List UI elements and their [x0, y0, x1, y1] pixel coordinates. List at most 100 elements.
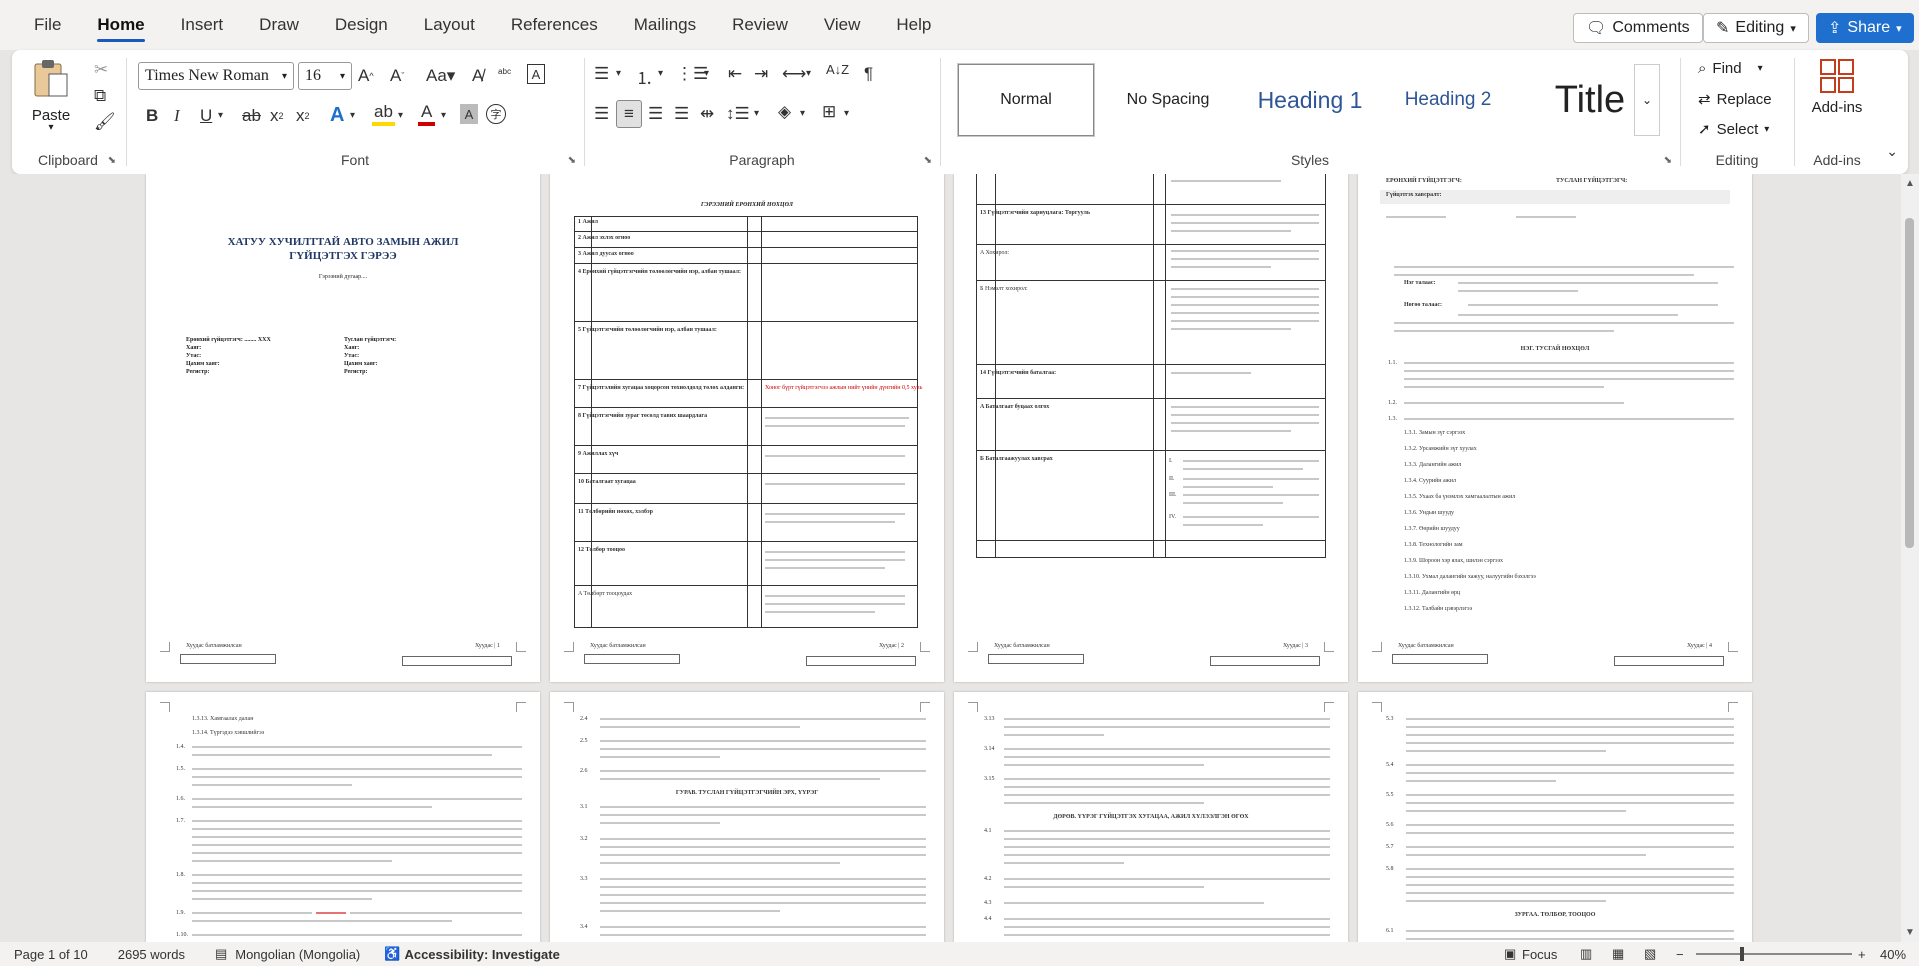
- document-page-5[interactable]: 1.3.13. Хамгаалах далан 1.3.14. Түргэдээ…: [146, 692, 540, 942]
- shrink-font-icon[interactable]: Aˇ: [390, 66, 404, 86]
- style-heading-2[interactable]: Heading 2: [1380, 64, 1516, 136]
- tab-insert[interactable]: Insert: [163, 0, 242, 50]
- format-painter-icon[interactable]: 🖌: [94, 112, 116, 132]
- text-direction-icon[interactable]: ⟷: [782, 64, 806, 84]
- font-size-select[interactable]: 16 ▾: [298, 62, 352, 90]
- chevron-down-icon[interactable]: ▾: [754, 108, 759, 119]
- chevron-down-icon[interactable]: ▾: [844, 108, 849, 119]
- line-spacing-icon[interactable]: ↕☰: [726, 104, 750, 124]
- chevron-down-icon[interactable]: ▾: [350, 110, 355, 121]
- share-button[interactable]: ⇪ Share ▾: [1816, 13, 1914, 43]
- styles-gallery-more[interactable]: ⌄: [1634, 64, 1660, 136]
- strikethrough-icon[interactable]: ab: [242, 106, 261, 126]
- sort-icon[interactable]: A↓Z: [826, 62, 849, 77]
- accessibility-status[interactable]: Accessibility: Investigate: [404, 947, 559, 962]
- document-canvas[interactable]: ХАТУУ ХУЧИЛТТАЙ АВТО ЗАМЫН АЖИЛ ГҮЙЦЭТГЭ…: [0, 174, 1919, 942]
- document-page-8[interactable]: 5.3 5.4 5.5 5.6 5.7 5.8 ЗУРГАА. ТӨЛБӨР, …: [1358, 692, 1752, 942]
- phonetic-guide-icon[interactable]: ᵃᵇᶜ: [498, 66, 511, 80]
- focus-label[interactable]: Focus: [1522, 947, 1557, 962]
- chevron-down-icon[interactable]: ▾: [704, 68, 709, 79]
- chevron-down-icon[interactable]: ▾: [218, 110, 223, 121]
- tab-design[interactable]: Design: [317, 0, 406, 50]
- show-marks-icon[interactable]: ¶: [864, 64, 873, 84]
- web-layout-icon[interactable]: ▧: [1644, 946, 1656, 962]
- addins-button[interactable]: Add-ins: [1806, 58, 1868, 116]
- decrease-indent-icon[interactable]: ⇤: [728, 64, 742, 84]
- clear-formatting-icon[interactable]: A̸: [472, 66, 483, 86]
- scroll-up-icon[interactable]: ▲: [1905, 178, 1915, 189]
- tab-mailings[interactable]: Mailings: [616, 0, 714, 50]
- increase-indent-icon[interactable]: ⇥: [754, 64, 768, 84]
- change-case-icon[interactable]: Aa▾: [426, 66, 455, 86]
- align-center-icon[interactable]: ≡: [616, 100, 642, 128]
- italic-icon[interactable]: I: [174, 106, 180, 126]
- replace-button[interactable]: ⇄ Replace: [1698, 90, 1772, 109]
- tab-layout[interactable]: Layout: [406, 0, 493, 50]
- proofing-icon[interactable]: ▤: [215, 946, 227, 962]
- chevron-down-icon[interactable]: ▾: [398, 110, 403, 121]
- tab-draw[interactable]: Draw: [241, 0, 317, 50]
- paste-button[interactable]: Paste ▾: [26, 58, 76, 133]
- align-right-icon[interactable]: ☰: [648, 104, 663, 124]
- style-heading-1[interactable]: Heading 1: [1242, 64, 1378, 136]
- font-color-icon[interactable]: A: [418, 102, 436, 126]
- bullets-icon[interactable]: ☰: [594, 64, 609, 84]
- tab-file[interactable]: File: [16, 0, 79, 50]
- font-name-select[interactable]: Times New Roman ▾: [138, 62, 294, 90]
- focus-icon[interactable]: ▣: [1504, 946, 1516, 962]
- chevron-down-icon[interactable]: ▾: [658, 68, 663, 79]
- justify-icon[interactable]: ☰: [674, 104, 689, 124]
- find-button[interactable]: ⌕ Find ▾: [1698, 60, 1763, 77]
- dialog-launcher-icon[interactable]: ⬊: [1664, 155, 1672, 166]
- copy-icon[interactable]: ⧉: [94, 86, 106, 106]
- character-border-icon[interactable]: A: [527, 64, 545, 84]
- tab-view[interactable]: View: [806, 0, 879, 50]
- page-count[interactable]: Page 1 of 10: [14, 947, 88, 962]
- zoom-slider[interactable]: [1696, 947, 1852, 961]
- chevron-down-icon[interactable]: ▾: [806, 68, 811, 79]
- scrollbar-thumb[interactable]: [1905, 218, 1914, 548]
- chevron-down-icon[interactable]: ▾: [800, 108, 805, 119]
- bold-icon[interactable]: B: [146, 106, 158, 126]
- document-page-3[interactable]: 13 Гүйцэтгэгчийн хариуцлага: Торгууль A …: [954, 174, 1348, 682]
- document-page-7[interactable]: 3.13 3.14 3.15 ДӨРӨВ. ҮҮРЭГ ГҮЙЦЭТГЭХ ХУ…: [954, 692, 1348, 942]
- dialog-launcher-icon[interactable]: ⬊: [568, 155, 576, 166]
- tab-help[interactable]: Help: [878, 0, 949, 50]
- zoom-out-icon[interactable]: −: [1676, 947, 1684, 962]
- highlight-icon[interactable]: ab: [372, 102, 395, 126]
- comments-button[interactable]: 🗨 Comments: [1573, 13, 1703, 43]
- read-mode-icon[interactable]: ▥: [1580, 946, 1592, 962]
- shading-icon[interactable]: ◈: [778, 102, 791, 122]
- text-effects-icon[interactable]: A: [330, 104, 344, 127]
- cut-icon[interactable]: ✂: [94, 60, 108, 80]
- editing-mode-button[interactable]: ✎ Editing ▾: [1703, 13, 1809, 43]
- document-page-1[interactable]: ХАТУУ ХУЧИЛТТАЙ АВТО ЗАМЫН АЖИЛ ГҮЙЦЭТГЭ…: [146, 174, 540, 682]
- language[interactable]: Mongolian (Mongolia): [235, 947, 360, 962]
- borders-icon[interactable]: ⊞: [822, 102, 836, 122]
- enclose-characters-icon[interactable]: 字: [486, 104, 506, 124]
- print-layout-icon[interactable]: ▦: [1612, 946, 1624, 962]
- document-page-2[interactable]: ГЭРЭЭНИЙ ЕРӨНХИЙ НӨХЦӨЛ 1 Ажил 2 Ажил эх…: [550, 174, 944, 682]
- document-page-4[interactable]: ЕРӨНХИЙ ГҮЙЦЭТГЭГЧ: ТУСЛАН ГҮЙЦЭТГЭГЧ: Г…: [1358, 174, 1752, 682]
- chevron-down-icon[interactable]: ▾: [441, 110, 446, 121]
- tab-references[interactable]: References: [493, 0, 616, 50]
- document-page-6[interactable]: 2.4 2.5 2.6 ГУРАВ. ТУСЛАН ГҮЙЦЭТГЭГЧИЙН …: [550, 692, 944, 942]
- tab-review[interactable]: Review: [714, 0, 806, 50]
- word-count[interactable]: 2695 words: [118, 947, 185, 962]
- distributed-icon[interactable]: ⇹: [700, 104, 714, 124]
- collapse-ribbon-icon[interactable]: ⌄: [1886, 143, 1898, 160]
- superscript-icon[interactable]: x2: [296, 106, 310, 126]
- character-shading-icon[interactable]: A: [460, 104, 478, 124]
- style-no-spacing[interactable]: No Spacing: [1100, 64, 1236, 136]
- vertical-scrollbar[interactable]: ▲ ▼: [1901, 174, 1919, 942]
- numbering-icon[interactable]: ⒈: [636, 64, 653, 89]
- tab-home[interactable]: Home: [79, 0, 162, 50]
- select-button[interactable]: ➚ Select ▾: [1698, 120, 1769, 139]
- chevron-down-icon[interactable]: ▾: [616, 68, 621, 79]
- underline-icon[interactable]: U: [200, 106, 212, 126]
- subscript-icon[interactable]: x2: [270, 106, 284, 126]
- grow-font-icon[interactable]: A ^: [358, 66, 374, 86]
- style-normal[interactable]: Normal: [957, 63, 1095, 137]
- scroll-down-icon[interactable]: ▼: [1905, 927, 1915, 938]
- dialog-launcher-icon[interactable]: ⬊: [924, 155, 932, 166]
